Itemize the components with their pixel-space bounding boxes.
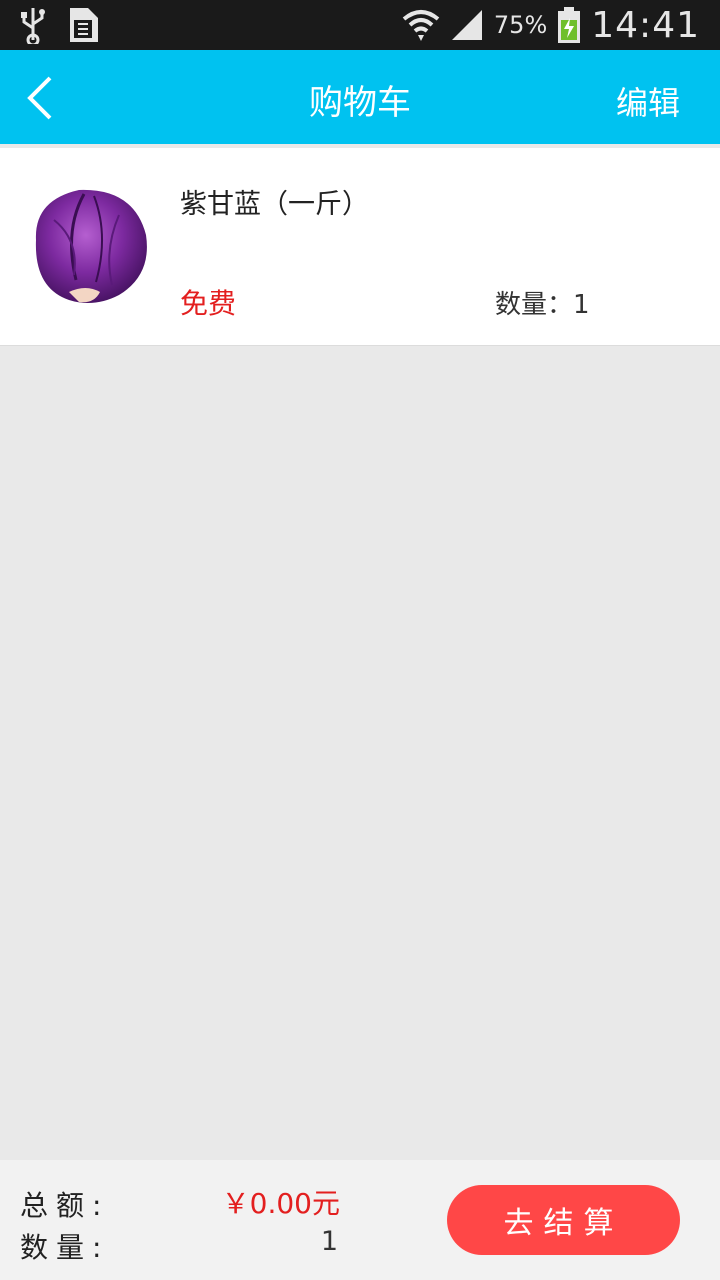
product-price: 免费 [180,287,237,320]
battery-percent: 75% [493,11,548,39]
total-label: 总额: [20,1189,110,1222]
checkout-button[interactable]: 去结算 [447,1185,680,1255]
cart-item[interactable]: 紫甘蓝（一斤） 免费 数量：1 [0,148,720,346]
status-left-icons [18,6,100,44]
checkout-bar: 总额: ￥0.00元 数量: 1 去结算 [0,1160,720,1280]
wifi-icon [402,10,440,41]
signal-icon [451,10,482,40]
quantity-label: 数量: [20,1231,110,1264]
clock: 14:41 [591,4,700,46]
product-quantity: 数量：1 [495,290,590,320]
battery-charging-icon [558,7,581,43]
edit-button[interactable]: 编辑 [616,78,680,124]
app-bar: 购物车 编辑 [0,50,720,144]
product-name: 紫甘蓝（一斤） [180,189,369,220]
status-right-icons: 75% 14:41 [402,0,700,50]
sim-icon [70,8,98,42]
status-bar: 75% 14:41 [0,0,720,50]
usb-icon [21,8,45,44]
page-title: 购物车 [309,83,411,123]
total-quantity: 1 [320,1226,338,1257]
product-image[interactable] [24,180,154,310]
total-amount: ￥0.00元 [221,1187,340,1220]
